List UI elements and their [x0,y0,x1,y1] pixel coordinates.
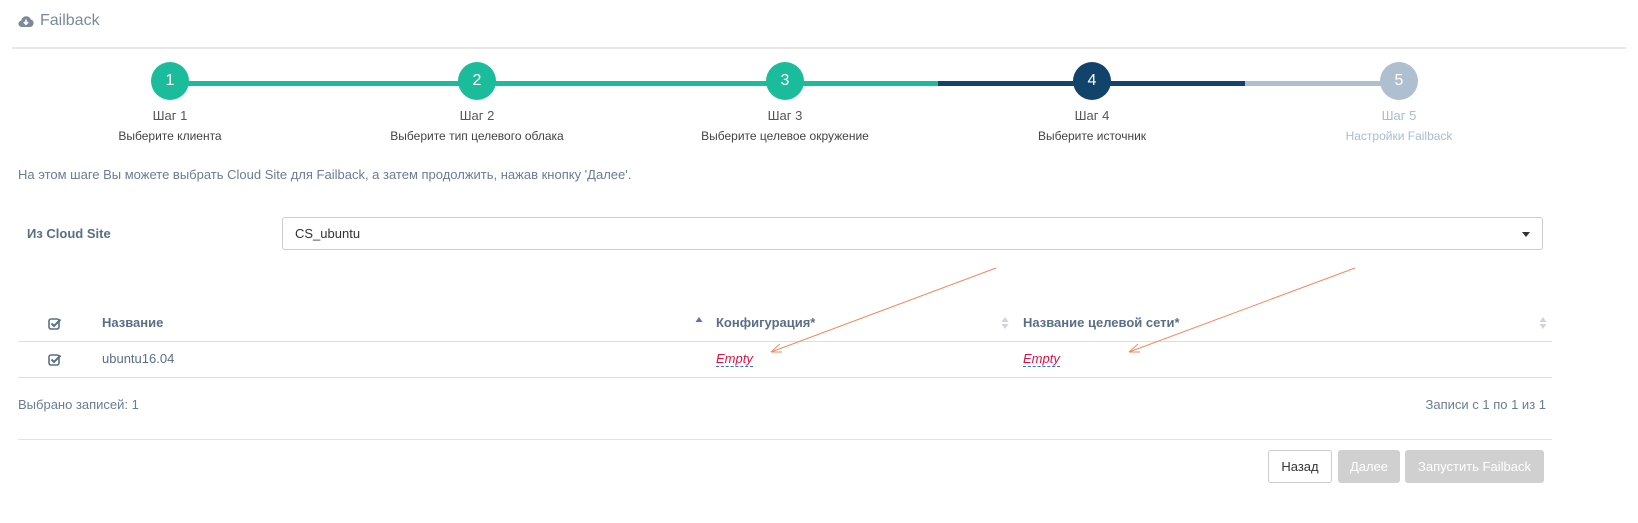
step-title: Шаг 2 [459,108,495,123]
select-all-checkbox[interactable] [48,306,62,342]
column-header-name[interactable]: Название [102,306,163,342]
row-configuration-cell: Empty [716,342,753,378]
cloud-site-label: Из Cloud Site [27,226,111,241]
sort-asc-icon[interactable] [695,316,703,330]
column-header-configuration[interactable]: Конфигурация* [716,306,815,342]
network-edit-link[interactable]: Empty [1023,351,1060,367]
table-row[interactable]: ubuntu16.04 Empty Empty [18,342,1552,378]
step-number: 4 [1073,62,1111,100]
sort-both-icon[interactable] [1001,316,1009,330]
vm-table: Название Конфигурация* Название целевой … [18,306,1552,378]
cloud-site-select[interactable]: CS_ubuntu [282,217,1543,250]
run-failback-button[interactable]: Запустить Failback [1405,450,1544,483]
page-title: Failback [40,12,100,29]
checkbox-checked-icon [48,317,62,330]
step-number: 1 [151,62,189,100]
wizard-step-4[interactable]: 4 Шаг 4 Выберите источник [972,62,1212,143]
step-title: Шаг 3 [767,108,803,123]
next-button[interactable]: Далее [1338,450,1400,483]
checkbox-checked-icon [48,353,62,366]
step-title: Шаг 5 [1381,108,1417,123]
records-info: Записи с 1 по 1 из 1 [1425,397,1547,412]
step-subtitle: Выберите источник [1037,129,1147,143]
page-header: Failback [18,12,100,30]
chevron-down-icon [1522,232,1530,237]
step-number: 3 [766,62,804,100]
info-text: На этом шаге Вы можете выбрать Cloud Sit… [18,167,632,182]
configuration-edit-link[interactable]: Empty [716,351,753,367]
column-header-target-network[interactable]: Название целевой сети* [1023,306,1180,342]
step-subtitle: Настройки Failback [1345,129,1453,143]
cloud-download-icon [18,15,34,28]
header-divider [12,47,1626,49]
selected-count: Выбрано записей: 1 [18,397,139,412]
table-header: Название Конфигурация* Название целевой … [18,306,1552,342]
row-name: ubuntu16.04 [102,351,175,366]
step-number: 2 [458,62,496,100]
cloud-site-selected-value: CS_ubuntu [295,226,361,241]
step-subtitle: Выберите клиента [118,129,222,143]
back-button[interactable]: Назад [1268,450,1332,483]
wizard-step-3[interactable]: 3 Шаг 3 Выберите целевое окружение [665,62,905,143]
step-subtitle: Выберите целевое окружение [701,129,869,143]
step-subtitle: Выберите тип целевого облака [390,129,564,143]
footer-divider [18,439,1552,440]
sort-both-icon[interactable] [1539,316,1547,330]
step-title: Шаг 4 [1074,108,1110,123]
wizard-step-2[interactable]: 2 Шаг 2 Выберите тип целевого облака [357,62,597,143]
wizard-steps: 1 Шаг 1 Выберите клиента 2 Шаг 2 Выберит… [0,62,1638,152]
row-network-cell: Empty [1023,342,1060,378]
wizard-step-1[interactable]: 1 Шаг 1 Выберите клиента [50,62,290,143]
wizard-step-5: 5 Шаг 5 Настройки Failback [1279,62,1519,143]
step-number: 5 [1380,62,1418,100]
step-title: Шаг 1 [152,108,188,123]
row-checkbox[interactable] [48,342,62,378]
